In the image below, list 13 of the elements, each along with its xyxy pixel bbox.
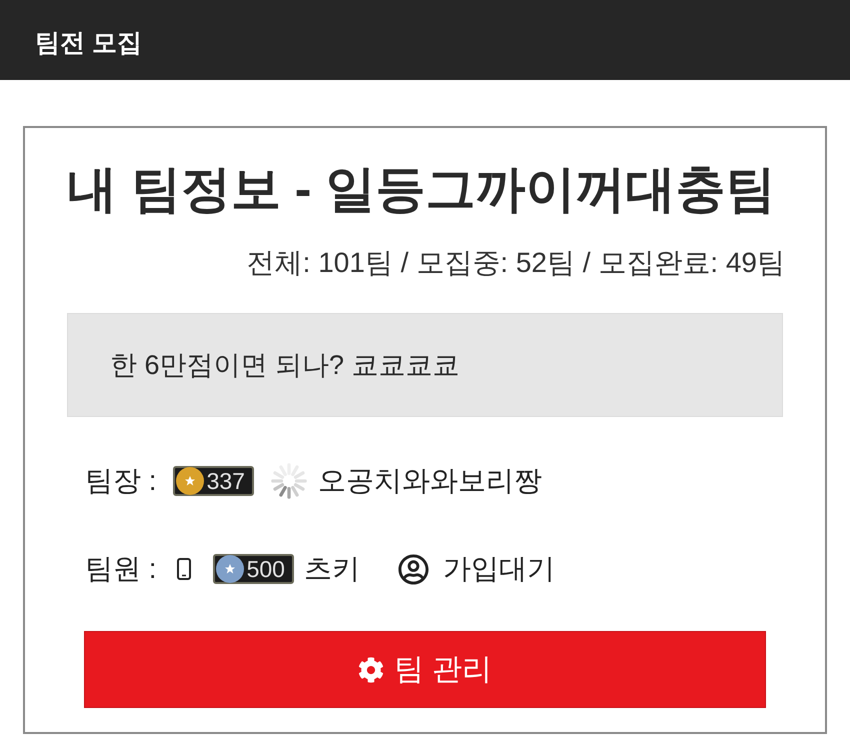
row-label: 팀장 : bbox=[85, 464, 157, 498]
pending-label: 가입대기 bbox=[442, 552, 555, 586]
player-name: 오공치와와보리짱 bbox=[318, 464, 542, 498]
page-title: 팀전 모집 bbox=[35, 28, 142, 59]
player-name: 츠키 bbox=[304, 552, 360, 586]
settings-icon bbox=[358, 656, 384, 682]
manage-team-button[interactable]: 팀 관리 bbox=[84, 631, 766, 708]
row-label: 팀원 : bbox=[85, 552, 157, 586]
level-number: 337 bbox=[206, 470, 245, 492]
level-number: 500 bbox=[246, 558, 285, 580]
team-stats: 전체: 101팀 / 모집중: 52팀 / 모집완료: 49팀 bbox=[246, 246, 785, 280]
team-title: 내 팀정보 - 일등그까이꺼대충팀 bbox=[67, 160, 776, 219]
message-text: 한 6만점이면 되나? 쿄쿄쿄쿄 bbox=[110, 349, 460, 382]
